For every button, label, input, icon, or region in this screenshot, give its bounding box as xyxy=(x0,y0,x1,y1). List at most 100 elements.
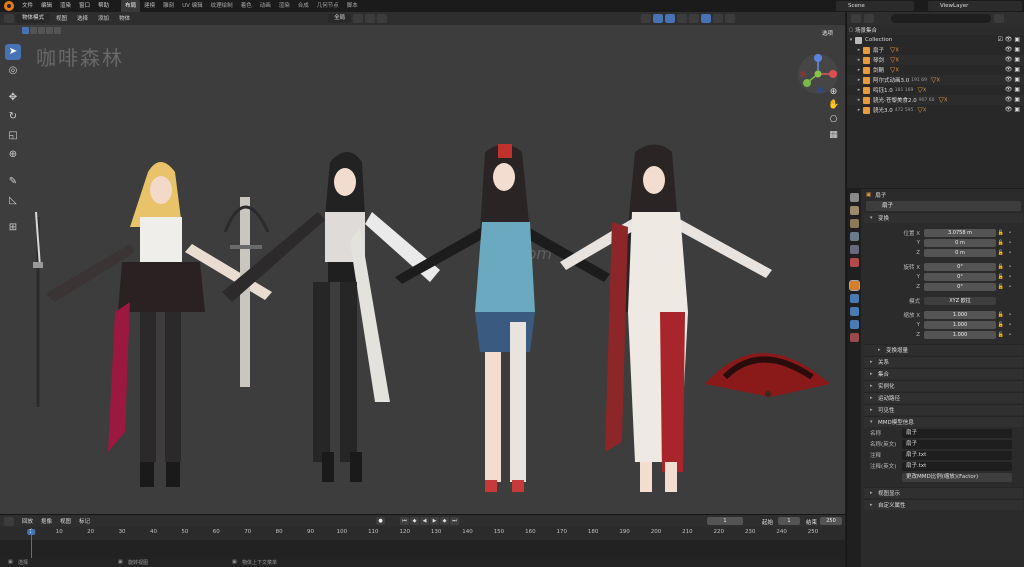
workspace-tab-modeling[interactable]: 建模 xyxy=(140,0,159,12)
properties-panel-header[interactable]: ▸ 可见性 xyxy=(864,404,1023,415)
properties-panel-header[interactable]: ▸ 自定义属性 xyxy=(864,499,1023,510)
expand-chevron-icon[interactable]: ▸ xyxy=(855,107,863,113)
lock-icon[interactable]: 🔓 xyxy=(996,284,1006,290)
properties-panel-header[interactable]: ▸ 集合 xyxy=(864,368,1023,379)
current-frame-field[interactable]: 1 xyxy=(707,517,743,525)
auto-keying-icon[interactable]: ● xyxy=(376,517,385,525)
keyframe-dot-icon[interactable]: • xyxy=(1006,230,1014,236)
expand-chevron-icon[interactable]: ▸ xyxy=(855,67,863,73)
tool-tab-icon[interactable] xyxy=(849,193,859,202)
keyframe-dot-icon[interactable]: • xyxy=(1006,250,1014,256)
lock-icon[interactable]: 🔓 xyxy=(996,332,1006,338)
workspace-tab-rendering[interactable]: 渲染 xyxy=(275,0,294,12)
menu-file[interactable]: 文件 xyxy=(18,0,37,12)
location-z-field[interactable]: 0 m xyxy=(924,248,996,257)
mmd-name-field[interactable]: 扇子 xyxy=(902,428,1012,438)
outliner-item[interactable]: ▸ 琴剑 ▽☓ 👁 ▣ xyxy=(847,55,1024,65)
expand-chevron-icon[interactable]: ▸ xyxy=(855,47,863,53)
outliner-item[interactable]: ▸ 扇子 ▽☓ 👁 ▣ xyxy=(847,45,1024,55)
properties-panel-header[interactable]: ▸ 实例化 xyxy=(864,380,1023,391)
lock-icon[interactable]: 🔓 xyxy=(996,250,1006,256)
location-y-field[interactable]: 0 m xyxy=(924,238,996,247)
lock-icon[interactable]: 🔓 xyxy=(996,312,1006,318)
scene-tab-icon[interactable] xyxy=(849,245,859,254)
timeline-menu-marker[interactable]: 标记 xyxy=(79,517,90,525)
lock-icon[interactable]: 🔓 xyxy=(996,322,1006,328)
item-visibility[interactable]: 👁 ▣ xyxy=(1005,45,1020,55)
keyframe-dot-icon[interactable]: • xyxy=(1006,274,1014,280)
scale-x-field[interactable]: 1.000 xyxy=(924,310,996,319)
menu-window[interactable]: 窗口 xyxy=(75,0,94,12)
outliner-editor-type-icon[interactable] xyxy=(851,14,861,23)
outliner-collection-row[interactable]: ▾ Collection ☑ 👁 ▣ xyxy=(847,35,1024,45)
mmd-comment-en-field[interactable]: 扇子.txt xyxy=(902,461,1012,471)
mmd-name-en-field[interactable]: 扇子 xyxy=(902,439,1012,449)
workspace-tab-sculpting[interactable]: 雕刻 xyxy=(159,0,178,12)
outliner-item[interactable]: ▸ 骁光3.0 472 595 ▽☓ 👁 ▣ xyxy=(847,105,1024,115)
lock-icon[interactable]: 🔓 xyxy=(996,230,1006,236)
rotation-mode-dropdown[interactable]: XYZ 欧拉 xyxy=(924,296,996,305)
render-tab-icon[interactable] xyxy=(849,206,859,215)
jump-end-icon[interactable]: ⏭ xyxy=(450,517,459,525)
rotation-x-field[interactable]: 0° xyxy=(924,262,996,271)
mmd-change-scale-button[interactable]: 更改MMD比例(缩放)(Factor) xyxy=(902,472,1012,482)
lock-icon[interactable]: 🔓 xyxy=(996,240,1006,246)
timeline-editor-type-icon[interactable] xyxy=(4,516,14,526)
blender-logo-icon[interactable] xyxy=(4,1,14,11)
play-reverse-icon[interactable]: ◀ xyxy=(420,517,429,525)
character-2-model[interactable] xyxy=(222,152,440,482)
timeline-menu-playback[interactable]: 回放 xyxy=(22,517,33,525)
keyframe-dot-icon[interactable]: • xyxy=(1006,264,1014,270)
play-icon[interactable]: ▶ xyxy=(430,517,439,525)
timeline-menu-view[interactable]: 视图 xyxy=(60,517,71,525)
mmd-panel-header[interactable]: ▾ MMD模型信息 xyxy=(864,416,1023,427)
scale-y-field[interactable]: 1.000 xyxy=(924,320,996,329)
keyframe-dot-icon[interactable]: • xyxy=(1006,332,1014,338)
object-name-field[interactable]: 扇子 xyxy=(866,201,1021,211)
location-x-field[interactable]: 3.0758 m xyxy=(924,228,996,237)
outliner-filter-icon[interactable] xyxy=(994,14,1004,23)
character-3-model[interactable] xyxy=(395,144,610,492)
start-frame-field[interactable]: 1 xyxy=(778,517,800,525)
properties-panel-header[interactable]: ▸ 视图显示 xyxy=(864,487,1023,498)
outliner-item[interactable]: ▸ 鸣钰1.0 181 169 ▽☓ 👁 ▣ xyxy=(847,85,1024,95)
delta-transform-header[interactable]: ▸ 变换增量 xyxy=(864,344,1023,355)
rotation-y-field[interactable]: 0° xyxy=(924,272,996,281)
mmd-comment-field[interactable]: 扇子.txt xyxy=(902,450,1012,460)
outliner-item[interactable]: ▸ 阿尔式动画3.0 191 69 ▽☓ 👁 ▣ xyxy=(847,75,1024,85)
jump-start-icon[interactable]: ⏮ xyxy=(400,517,409,525)
view-layer-tab-icon[interactable] xyxy=(849,232,859,241)
properties-panel-header[interactable]: ▸ 关系 xyxy=(864,356,1023,367)
world-tab-icon[interactable] xyxy=(849,258,859,267)
item-visibility[interactable]: 👁 ▣ xyxy=(1005,95,1020,105)
item-visibility[interactable]: 👁 ▣ xyxy=(1005,105,1020,115)
texture-tab-icon[interactable] xyxy=(849,333,859,342)
fan-model[interactable] xyxy=(705,353,830,397)
menu-help[interactable]: 帮助 xyxy=(94,0,113,12)
constraints-tab-icon[interactable] xyxy=(849,320,859,329)
output-tab-icon[interactable] xyxy=(849,219,859,228)
sword-model[interactable] xyxy=(33,211,43,407)
expand-chevron-icon[interactable]: ▸ xyxy=(855,97,863,103)
lock-icon[interactable]: 🔓 xyxy=(996,274,1006,280)
keyframe-dot-icon[interactable]: • xyxy=(1006,322,1014,328)
workspace-tab-animation[interactable]: 动画 xyxy=(256,0,275,12)
playhead[interactable] xyxy=(31,528,32,558)
workspace-tab-shading[interactable]: 着色 xyxy=(237,0,256,12)
expand-chevron-icon[interactable]: ▸ xyxy=(855,87,863,93)
item-visibility[interactable]: 👁 ▣ xyxy=(1005,75,1020,85)
item-visibility[interactable]: 👁 ▣ xyxy=(1005,55,1020,65)
outliner-item[interactable]: ▸ 骁光-苍黎美食2.0 907 60 ▽☓ 👁 ▣ xyxy=(847,95,1024,105)
item-visibility[interactable]: 👁 ▣ xyxy=(1005,65,1020,75)
outliner-root-row[interactable]: ▢ 场景集合 xyxy=(847,25,1024,35)
object-tab-icon[interactable] xyxy=(848,280,860,291)
transform-panel-header[interactable]: ▾ 变换 xyxy=(864,212,1023,223)
workspace-tab-texture-paint[interactable]: 纹理绘制 xyxy=(207,0,237,12)
outliner-display-mode-icon[interactable] xyxy=(864,14,874,23)
workspace-tab-scripting[interactable]: 脚本 xyxy=(343,0,362,12)
workspace-tab-geometry-nodes[interactable]: 几何节点 xyxy=(313,0,343,12)
character-4-model[interactable] xyxy=(560,144,772,493)
expand-chevron-icon[interactable]: ▾ xyxy=(847,37,855,43)
lock-icon[interactable]: 🔓 xyxy=(996,264,1006,270)
menu-edit[interactable]: 编辑 xyxy=(37,0,56,12)
